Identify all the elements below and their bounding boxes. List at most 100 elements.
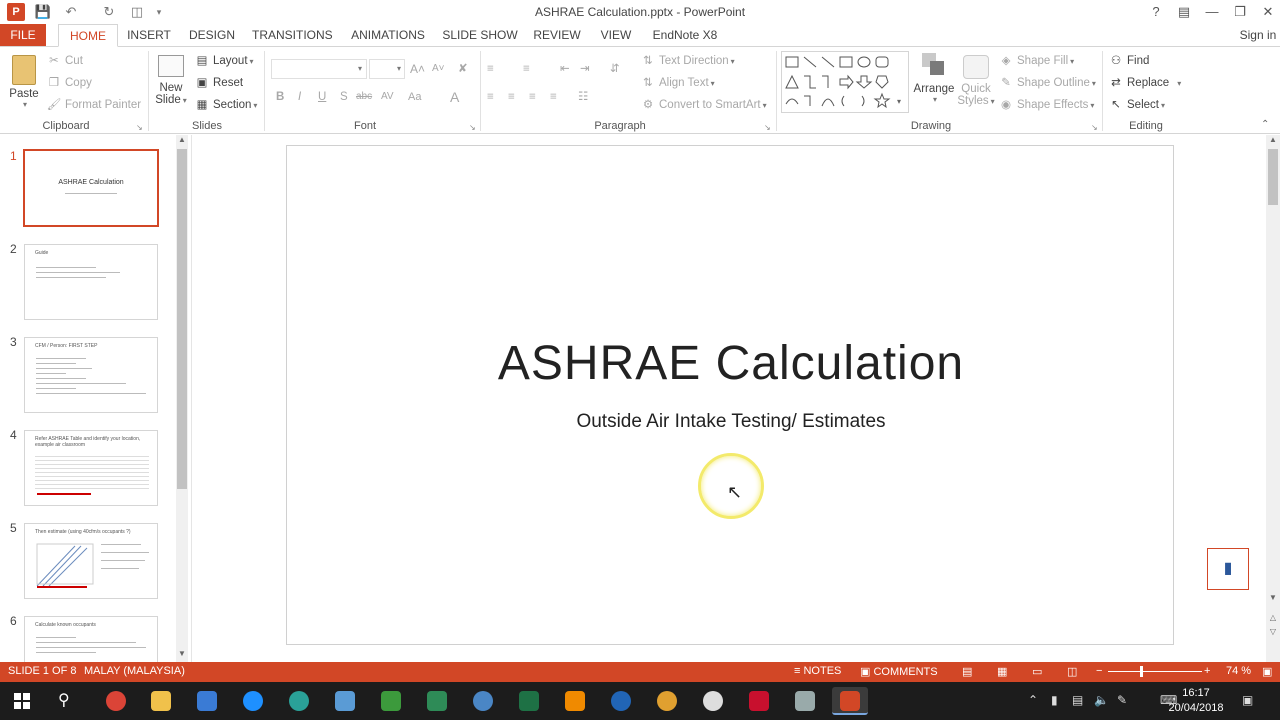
zoom-level[interactable]: 74 % — [1226, 665, 1251, 677]
slide-editing-area[interactable]: ASHRAE Calculation Outside Air Intake Te… — [193, 135, 1280, 662]
tab-design[interactable]: DESIGN — [186, 24, 238, 46]
slide-sorter-icon[interactable]: ▦ — [997, 665, 1007, 678]
powerpoint-taskbar-icon[interactable] — [832, 687, 868, 715]
slide-thumbnail-4[interactable]: Refer ASHRAE Table and identify your loc… — [24, 430, 158, 506]
shrink-font-icon[interactable]: A˅ — [432, 60, 445, 78]
slide-thumbnail-5[interactable]: Then estimate (using 40cfm/s occupants ?… — [24, 523, 158, 599]
font-size-box[interactable]: ▾ — [369, 59, 405, 79]
font-color-button[interactable]: A — [450, 88, 459, 106]
grow-font-icon[interactable]: A˄ — [410, 60, 425, 78]
format-painter-button[interactable]: 🖌 Format Painter — [46, 96, 141, 114]
app-icon[interactable] — [465, 687, 501, 715]
convert-smartart-button[interactable]: ⚙ Convert to SmartArt ▾ — [640, 96, 767, 114]
pen-icon[interactable]: ✎ — [1117, 693, 1127, 707]
layout-button[interactable]: ▤ Layout ▾ — [194, 52, 254, 70]
bold-button[interactable]: B — [276, 88, 284, 106]
volume-icon[interactable]: 🔈 — [1094, 693, 1109, 707]
replace-button[interactable]: ⇄ Replace ▾ — [1108, 74, 1181, 92]
tab-view[interactable]: VIEW — [596, 24, 636, 46]
tab-animations[interactable]: ANIMATIONS — [346, 24, 430, 46]
tab-transitions[interactable]: TRANSITIONS — [252, 24, 333, 46]
language-indicator[interactable]: MALAY (MALAYSIA) — [84, 665, 185, 677]
tab-home[interactable]: HOME — [58, 24, 118, 47]
notifications-icon[interactable]: ▣ — [1242, 693, 1253, 707]
thumbnail-scrollbar[interactable]: ▲ ▼ — [176, 135, 188, 662]
app-icon[interactable] — [649, 687, 685, 715]
app-icon[interactable] — [373, 687, 409, 715]
tab-file[interactable]: FILE — [0, 24, 46, 46]
slide-thumbnail-1[interactable]: ASHRAE Calculation — [23, 149, 159, 227]
acrobat-icon[interactable] — [741, 687, 777, 715]
file-explorer-icon[interactable] — [143, 687, 179, 715]
chrome-icon[interactable] — [98, 687, 134, 715]
shapes-more-icon[interactable]: ▾ — [897, 97, 901, 106]
notes-button[interactable]: ≡ NOTES — [794, 665, 841, 677]
slide-thumbnail-6[interactable]: Calculate known occupants — [24, 616, 158, 662]
excel-icon[interactable] — [511, 687, 547, 715]
line-spacing-icon[interactable]: ⇵ — [610, 60, 620, 78]
search-icon[interactable]: ⚲ — [58, 690, 70, 710]
vlc-icon[interactable] — [557, 687, 593, 715]
shape-effects-button[interactable]: ◉ Shape Effects ▾ — [998, 96, 1094, 114]
slide-thumbnail-2[interactable]: Guide — [24, 244, 158, 320]
italic-button[interactable]: I — [298, 88, 301, 106]
slide-scrollbar[interactable]: ▲ ▼ △ ▽ — [1266, 135, 1280, 662]
copy-button[interactable]: ❐ Copy — [46, 74, 92, 92]
clock[interactable]: 16:17 20/04/2018 — [1168, 686, 1224, 716]
slide-show-icon[interactable]: ◫ — [1067, 665, 1077, 678]
palm-icon[interactable] — [419, 687, 455, 715]
find-button[interactable]: ⚇ Find — [1108, 52, 1150, 70]
help-icon[interactable]: ? — [1142, 2, 1170, 22]
slide-thumbnail-3[interactable]: CFM / Person: FIRST STEP — [24, 337, 158, 413]
app-icon[interactable] — [327, 687, 363, 715]
section-button[interactable]: ▦ Section ▾ — [194, 96, 258, 114]
slide-subtitle[interactable]: Outside Air Intake Testing/ Estimates — [287, 411, 1175, 433]
normal-view-icon[interactable]: ▤ — [962, 665, 972, 678]
app-icon[interactable] — [189, 687, 225, 715]
ribbon-display-options-icon[interactable]: ▤ — [1170, 2, 1198, 22]
shapes-gallery[interactable] — [781, 51, 909, 113]
bullets-icon[interactable]: ≡ — [487, 60, 494, 78]
zoom-slider[interactable] — [1108, 666, 1202, 677]
columns-icon[interactable]: ☷ — [578, 88, 588, 106]
align-text-button[interactable]: ⇅ Align Text ▾ — [640, 74, 715, 92]
minimize-button[interactable]: — — [1198, 2, 1226, 22]
select-button[interactable]: ↖ Select ▾ — [1108, 96, 1165, 114]
numbering-icon[interactable]: ≡ — [523, 60, 530, 78]
collapse-ribbon-icon[interactable]: ⌃ — [1261, 119, 1269, 130]
app-icon[interactable] — [695, 687, 731, 715]
bookmark-widget-icon[interactable]: ▮ — [1207, 548, 1249, 590]
new-slide-button[interactable]: New Slide ▾ — [152, 53, 190, 115]
current-slide[interactable]: ASHRAE Calculation Outside Air Intake Te… — [286, 145, 1174, 645]
windows-start-icon[interactable] — [14, 693, 30, 709]
change-case-button[interactable]: Aa — [408, 88, 421, 106]
align-center-icon[interactable]: ≡ — [508, 88, 515, 106]
close-button[interactable]: ✕ — [1254, 2, 1280, 22]
character-spacing-button[interactable]: AV — [381, 88, 394, 106]
app-icon[interactable] — [787, 687, 823, 715]
decrease-indent-icon[interactable]: ⇤ — [560, 60, 570, 78]
zoom-out-icon[interactable]: − — [1096, 665, 1102, 677]
text-shadow-button[interactable]: S — [340, 88, 348, 106]
comments-button[interactable]: ▣ COMMENTS — [860, 665, 938, 678]
battery-icon[interactable]: ▮ — [1051, 693, 1058, 707]
network-icon[interactable]: ▤ — [1072, 693, 1083, 707]
arrange-button[interactable]: Arrange ▾ — [912, 53, 956, 115]
r-icon[interactable] — [603, 687, 639, 715]
strikethrough-button[interactable]: abc — [356, 88, 372, 106]
quick-styles-button[interactable]: Quick Styles ▾ — [956, 53, 996, 115]
cut-button[interactable]: ✂ Cut — [46, 52, 83, 70]
text-direction-button[interactable]: ⇅ Text Direction ▾ — [640, 52, 735, 70]
paragraph-launcher-icon[interactable]: ↘ — [764, 123, 771, 132]
shape-fill-button[interactable]: ◈ Shape Fill ▾ — [998, 52, 1075, 70]
align-right-icon[interactable]: ≡ — [529, 88, 536, 106]
reset-button[interactable]: ▣ Reset — [194, 74, 243, 92]
restore-button[interactable]: ❐ — [1226, 2, 1254, 22]
fit-to-window-icon[interactable]: ▣ — [1262, 665, 1272, 678]
clear-formatting-icon[interactable]: ✘ — [458, 60, 468, 78]
edge-icon[interactable] — [235, 687, 271, 715]
align-left-icon[interactable]: ≡ — [487, 88, 494, 106]
tab-insert[interactable]: INSERT — [124, 24, 174, 46]
reading-view-icon[interactable]: ▭ — [1032, 665, 1042, 678]
paste-button[interactable]: Paste ▾ — [6, 53, 42, 113]
